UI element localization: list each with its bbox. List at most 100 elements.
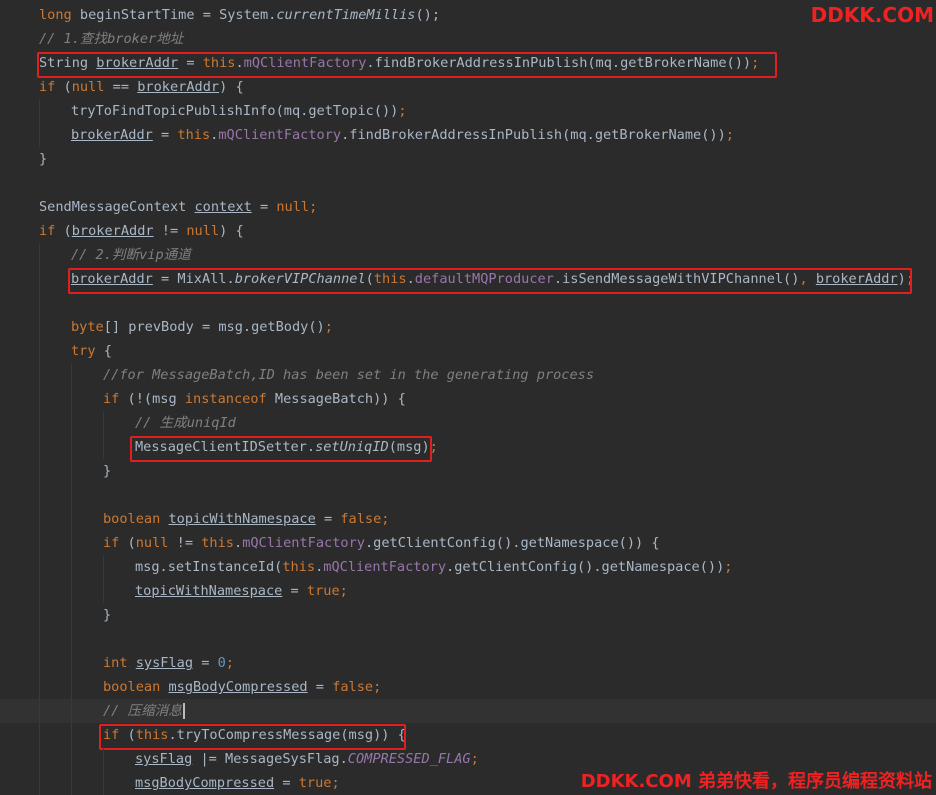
code-token: ) { [219, 223, 244, 239]
indent-guide [39, 435, 40, 459]
code-token: // 压缩消息 [103, 703, 182, 719]
code-token: MessageBatch)) { [266, 391, 406, 407]
indent-guide [71, 771, 72, 795]
code-line[interactable]: // 1.查找broker地址 [0, 27, 936, 51]
code-token: == [104, 79, 138, 95]
code-token: setUniqID [315, 439, 389, 455]
code-line[interactable]: } [0, 459, 936, 483]
code-token: this [282, 559, 316, 575]
code-token: ( [119, 727, 136, 743]
indent-guide [39, 123, 40, 147]
code-token: boolean [103, 679, 169, 695]
indent-guide [71, 435, 72, 459]
code-line[interactable]: String brokerAddr = this.mQClientFactory… [0, 51, 936, 75]
indent-guide [103, 435, 104, 459]
code-token: this [177, 127, 211, 143]
indent-guide [103, 747, 104, 771]
code-line[interactable]: //for MessageBatch,ID has been set in th… [0, 363, 936, 387]
code-token: } [103, 607, 112, 623]
code-token: |= MessageSysFlag. [192, 751, 348, 767]
code-line[interactable]: brokerAddr = MixAll.brokerVIPChannel(thi… [0, 267, 936, 291]
code-token: topicWithNamespace [135, 583, 283, 599]
indent-guide [71, 363, 72, 387]
code-line[interactable]: } [0, 147, 936, 171]
code-line[interactable]: try { [0, 339, 936, 363]
code-token: brokerAddr [815, 271, 898, 287]
code-token: = [178, 55, 203, 71]
code-token: msg.setInstanceId( [135, 559, 283, 575]
code-line[interactable]: tryToFindTopicPublishInfo(mq.getTopic())… [0, 99, 936, 123]
code-line[interactable]: // 生成uniqId [0, 411, 936, 435]
code-token: mQClientFactory [243, 55, 367, 71]
indent-guide [71, 459, 72, 483]
code-token: ( [55, 223, 72, 239]
code-token: ( [55, 79, 72, 95]
code-token: msgBodyCompressed [168, 679, 308, 695]
code-token: = [274, 775, 299, 791]
code-line[interactable]: SendMessageContext context = null; [0, 195, 936, 219]
indent-guide [71, 675, 72, 699]
code-line[interactable]: // 2.判断vip通道 [0, 243, 936, 267]
code-line[interactable] [0, 171, 936, 195]
code-token: brokerAddr [71, 127, 153, 143]
code-token: ) { [219, 79, 244, 95]
indent-guide [103, 555, 104, 579]
indent-guide [71, 603, 72, 627]
code-line[interactable]: // 压缩消息 [0, 699, 936, 723]
code-line[interactable]: int sysFlag = 0; [0, 651, 936, 675]
code-token: } [39, 151, 48, 167]
code-token: brokerAddr [96, 55, 179, 71]
code-line[interactable]: byte[] prevBody = msg.getBody(); [0, 315, 936, 339]
code-token: if [103, 535, 120, 551]
indent-guide [71, 627, 72, 651]
code-line[interactable] [0, 483, 936, 507]
code-token: = [152, 127, 178, 143]
code-token: MessageClientIDSetter. [135, 439, 316, 455]
code-token: = [251, 199, 277, 215]
code-token: (!(msg [119, 391, 185, 407]
code-line[interactable]: if (this.tryToCompressMessage(msg)) { [0, 723, 936, 747]
watermark-top: DDKK.COM [810, 3, 934, 27]
code-line[interactable]: MessageClientIDSetter.setUniqID(msg); [0, 435, 936, 459]
code-line[interactable]: if (!(msg instanceof MessageBatch)) { [0, 387, 936, 411]
code-line[interactable]: if (brokerAddr != null) { [0, 219, 936, 243]
code-token: . [234, 535, 243, 551]
code-token: ; [751, 55, 760, 71]
code-line[interactable]: msg.setInstanceId(this.mQClientFactory.g… [0, 555, 936, 579]
code-token: != [153, 223, 187, 239]
code-token: this [202, 55, 236, 71]
code-token: ( [119, 535, 136, 551]
indent-guide [39, 507, 40, 531]
code-line[interactable]: if (null == brokerAddr) { [0, 75, 936, 99]
code-token: ) [897, 271, 906, 287]
code-token: [] prevBody = msg.getBody() [103, 319, 325, 335]
code-line[interactable] [0, 627, 936, 651]
code-token: context [194, 199, 252, 215]
code-line[interactable] [0, 291, 936, 315]
indent-guide [39, 747, 40, 771]
code-token: currentTimeMillis [276, 7, 416, 23]
code-token: true; [298, 775, 340, 791]
code-line[interactable]: boolean topicWithNamespace = false; [0, 507, 936, 531]
indent-guide [39, 291, 40, 315]
code-token: instanceof [184, 391, 267, 407]
code-token: // 1.查找broker地址 [39, 31, 184, 47]
indent-guide [39, 483, 40, 507]
code-line[interactable]: long beginStartTime = System.currentTime… [0, 3, 936, 27]
code-token: if [39, 223, 56, 239]
code-token: String [39, 55, 97, 71]
code-line[interactable]: boolean msgBodyCompressed = false; [0, 675, 936, 699]
indent-guide [39, 579, 40, 603]
indent-guide [71, 387, 72, 411]
code-token: null [71, 79, 105, 95]
code-token: null [135, 535, 169, 551]
code-token: mQClientFactory [323, 559, 447, 575]
code-line[interactable]: } [0, 603, 936, 627]
code-token: { [95, 343, 112, 359]
code-editor[interactable]: long beginStartTime = System.currentTime… [0, 0, 936, 795]
code-line[interactable]: topicWithNamespace = true; [0, 579, 936, 603]
code-line[interactable]: if (null != this.mQClientFactory.getClie… [0, 531, 936, 555]
code-line[interactable]: brokerAddr = this.mQClientFactory.findBr… [0, 123, 936, 147]
code-token: try [71, 343, 96, 359]
code-token: if [103, 391, 120, 407]
